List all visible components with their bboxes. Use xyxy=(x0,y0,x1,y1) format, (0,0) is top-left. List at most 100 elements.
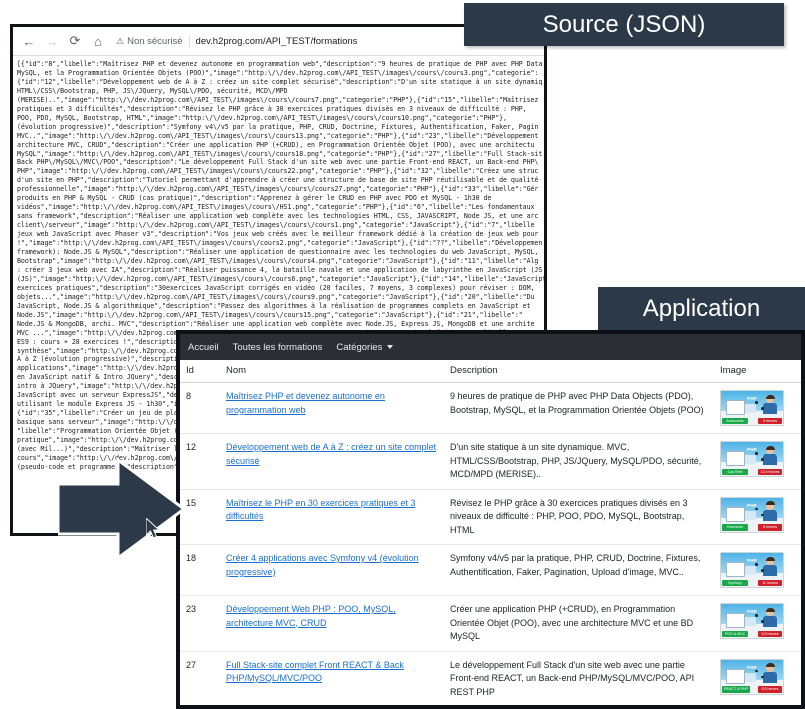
cell-image: PHP POO & MVC 5,5 heures xyxy=(714,595,801,652)
nav-item-label: Toutes les formations xyxy=(232,341,323,353)
thumb-object-icon xyxy=(726,668,745,684)
cell-nom: Full Stack-site complet Front REACT & Ba… xyxy=(220,651,444,705)
nav-item-label: Accueil xyxy=(188,341,219,353)
callout-source-label: Source (JSON) xyxy=(542,10,706,38)
nav-item-accueil[interactable]: Accueil xyxy=(188,342,219,353)
thumb-dot-icon xyxy=(761,407,764,410)
cell-image: PHP Exercices 5 heures xyxy=(714,489,801,545)
app-navbar: Accueil Toutes les formations Catégories xyxy=(180,334,801,360)
cell-image: PHP REACT & PHP 9,5 heures xyxy=(714,651,801,705)
cell-description: Révisez le PHP grâce à 30 exercices prat… xyxy=(444,489,714,545)
cell-id: 12 xyxy=(180,433,220,490)
thumb-object-icon xyxy=(726,613,745,628)
nav-item-categories[interactable]: Catégories xyxy=(336,342,394,353)
formation-link[interactable]: Développement web de A à Z : créez un si… xyxy=(226,442,436,466)
cell-description: Symfony v4/v5 par la pratique, PHP, CRUD… xyxy=(444,544,714,596)
thumb-object-secondary-icon xyxy=(745,510,756,520)
thumb-object-secondary-icon xyxy=(745,404,756,413)
formation-link[interactable]: Maîtrisez PHP et devenez autonome en pro… xyxy=(226,391,385,415)
table-body: 8 Maîtrisez PHP et devenez autonome en pr… xyxy=(180,382,801,705)
url-text: dev.h2prog.com/API_TEST/formations xyxy=(195,35,358,47)
thumb-dot-icon xyxy=(761,675,764,678)
formation-link[interactable]: Développement Web PHP : POO, MySQL, arch… xyxy=(226,604,396,628)
flow-arrow-icon xyxy=(58,457,184,561)
cell-id: 18 xyxy=(180,544,220,596)
formation-thumbnail: PHP Cas Réel 12,5 heures xyxy=(720,441,784,477)
thumb-object-secondary-icon xyxy=(745,672,756,682)
omnibox-divider xyxy=(188,35,190,47)
warning-icon: ⚠ xyxy=(116,35,125,46)
table-header-row: Id Nom Description Image Catégorie xyxy=(180,360,801,383)
thumb-dot-icon xyxy=(761,569,764,572)
column-header-image: Image xyxy=(714,360,801,383)
callout-application-label: Application xyxy=(642,294,761,322)
cell-id: 8 xyxy=(180,382,220,434)
thumb-badge-left: REACT & PHP xyxy=(722,686,750,693)
thumb-dot-icon xyxy=(755,614,758,617)
thumb-badge-right: 5 heures xyxy=(758,524,782,531)
thumb-badge-right: 11 heures xyxy=(758,579,782,586)
cell-id: 23 xyxy=(180,595,220,652)
table-row: 12 Développement web de A à Z : créez un … xyxy=(180,433,801,490)
thumb-object-icon xyxy=(726,562,745,577)
thumb-badge-left: Cas Réel xyxy=(722,468,748,475)
table-row: 27 Full Stack-site complet Front REACT & … xyxy=(180,651,801,705)
thumb-badge-left: POO & MVC xyxy=(722,630,748,637)
nav-item-toutes-les-formations[interactable]: Toutes les formations xyxy=(233,342,323,353)
thumb-object-secondary-icon xyxy=(745,566,756,575)
thumb-object-secondary-icon xyxy=(745,455,756,464)
cell-description: Créer une application PHP (+CRUD), en Pr… xyxy=(444,595,714,652)
security-label: Non sécurisé xyxy=(127,35,183,47)
table-row: 8 Maîtrisez PHP et devenez autonome en pr… xyxy=(180,382,801,434)
table-row: 15 Maîtrisez le PHP en 30 exercices prati… xyxy=(180,489,801,545)
cell-nom: Développement web de A à Z : créez un si… xyxy=(220,433,444,490)
home-icon[interactable]: ⌂ xyxy=(88,31,108,51)
cell-image: PHP Autonomie 9 heures xyxy=(714,382,801,434)
thumb-person-icon xyxy=(763,501,777,521)
formation-thumbnail: PHP REACT & PHP 9,5 heures xyxy=(720,658,784,695)
cell-nom: Créer 4 applications avec Symfony v4 (év… xyxy=(220,544,444,596)
thumb-person-icon xyxy=(763,556,777,576)
formation-thumbnail: PHP Exercices 5 heures xyxy=(720,496,784,533)
reload-icon[interactable]: ⟳ xyxy=(65,31,85,51)
app-content: Id Nom Description Image Catégorie 8Maît… xyxy=(180,360,801,705)
cell-description: Le développement Full Stack d'un site we… xyxy=(444,651,714,705)
cell-id: 15 xyxy=(180,489,220,545)
thumb-badge-right: 5,5 heures xyxy=(758,630,782,637)
formation-thumbnail: PHP POO & MVC 5,5 heures xyxy=(720,603,784,639)
formations-table: Id Nom Description Image Catégorie 8Maît… xyxy=(180,360,801,705)
application-window: Accueil Toutes les formations Catégories… xyxy=(176,330,805,709)
formation-thumbnail: PHP Symfony 11 heures xyxy=(720,552,784,588)
thumb-person-icon xyxy=(763,394,777,414)
cell-id: 27 xyxy=(180,651,220,705)
thumb-badge-right: 12,5 heures xyxy=(758,468,782,475)
cell-description: D'un site statique à un site dynamique. … xyxy=(444,433,714,490)
thumb-dot-icon xyxy=(755,507,758,510)
thumb-person-icon xyxy=(763,445,777,465)
thumb-object-icon xyxy=(726,400,745,415)
formation-link[interactable]: Maîtrisez le PHP en 30 exercices pratiqu… xyxy=(226,498,415,522)
column-header-description: Description xyxy=(444,360,714,383)
callout-application: Application xyxy=(598,287,805,330)
thumb-badge-right: 9 heures xyxy=(758,417,782,424)
back-icon[interactable]: ← xyxy=(19,31,39,51)
formation-thumbnail: PHP Autonomie 9 heures xyxy=(720,390,784,426)
thumb-badge-left: Exercices xyxy=(722,524,748,531)
table-row: 23 Développement Web PHP : POO, MySQL, ar… xyxy=(180,595,801,652)
thumb-object-secondary-icon xyxy=(745,617,756,626)
thumb-dot-icon xyxy=(755,452,758,455)
thumb-badge-right: 9,5 heures xyxy=(758,686,782,693)
cell-description: 9 heures de pratique de PHP avec PHP Dat… xyxy=(444,382,714,434)
callout-source-json: Source (JSON) xyxy=(464,3,784,46)
thumb-badge-left: Symfony xyxy=(722,579,748,586)
column-header-nom: Nom xyxy=(220,360,444,383)
mouse-cursor-icon xyxy=(146,518,161,539)
thumb-dot-icon xyxy=(761,620,764,623)
thumb-person-icon xyxy=(763,607,777,627)
thumb-object-icon xyxy=(726,451,745,466)
thumb-badge-left: Autonomie xyxy=(722,417,748,424)
forward-icon[interactable]: → xyxy=(42,31,62,51)
cell-nom: Maîtrisez PHP et devenez autonome en pro… xyxy=(220,382,444,434)
formation-link[interactable]: Créer 4 applications avec Symfony v4 (év… xyxy=(226,553,419,577)
formation-link[interactable]: Full Stack-site complet Front REACT & Ba… xyxy=(226,660,404,684)
